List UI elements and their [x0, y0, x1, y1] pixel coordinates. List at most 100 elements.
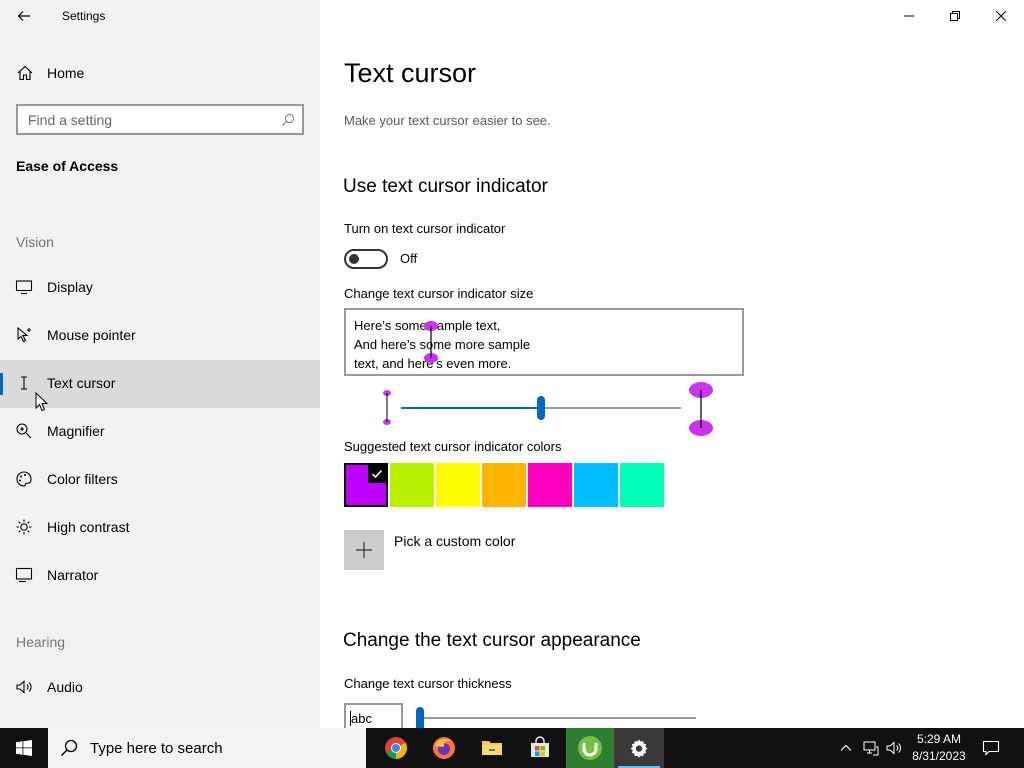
- thickness-label: Change text cursor thickness: [344, 676, 512, 691]
- group-label-hearing: Hearing: [16, 634, 66, 650]
- preview-line: Here’s some sample text,: [354, 318, 501, 333]
- clock-time: 5:29 AM: [916, 732, 962, 746]
- home-icon: [17, 65, 33, 81]
- close-icon: [996, 11, 1006, 21]
- color-swatch[interactable]: [574, 463, 618, 507]
- taskbar-app-file-explorer[interactable]: [468, 728, 516, 768]
- start-button[interactable]: [0, 728, 48, 768]
- sidebar-item-label: Mouse pointer: [47, 327, 136, 343]
- minimize-button[interactable]: [886, 0, 932, 32]
- taskbar-clock[interactable]: 5:29 AM 8/31/2023: [904, 731, 974, 765]
- color-swatch[interactable]: [344, 463, 388, 507]
- taskbar-app-utorrent[interactable]: [566, 728, 614, 768]
- small-indicator-icon: [383, 390, 391, 425]
- volume-button[interactable]: [883, 728, 905, 768]
- group-label-vision: Vision: [16, 234, 54, 250]
- app-title: Settings: [62, 9, 106, 23]
- color-swatch[interactable]: [620, 463, 664, 507]
- search-icon[interactable]: [274, 106, 302, 134]
- thickness-preview: abc: [344, 703, 403, 728]
- thickness-sample: abc: [350, 711, 372, 726]
- taskbar-app-settings[interactable]: [614, 728, 664, 768]
- indicator-preview: Here’s some sample text, And here’s some…: [344, 308, 744, 376]
- taskbar-app-chrome[interactable]: [372, 728, 420, 768]
- minimize-icon: [904, 15, 914, 17]
- section-title: Ease of Access: [16, 158, 119, 174]
- firefox-icon: [433, 737, 455, 759]
- back-button[interactable]: [8, 0, 40, 32]
- taskbar-app-firefox[interactable]: [420, 728, 468, 768]
- appearance-heading: Change the text cursor appearance: [343, 630, 641, 651]
- size-label: Change text cursor indicator size: [344, 286, 534, 301]
- close-button[interactable]: [978, 0, 1024, 32]
- page-description: Make your text cursor easier to see.: [344, 113, 551, 128]
- clock-date: 8/31/2023: [912, 749, 966, 763]
- toggle-state: Off: [400, 251, 418, 266]
- preview-line: text, and here’s even more.: [354, 356, 512, 371]
- back-arrow-icon: [17, 11, 30, 21]
- main-content: Text cursor Make your text cursor easier…: [320, 32, 1024, 728]
- toggle-label: Turn on text cursor indicator: [344, 221, 506, 236]
- search-icon: [60, 739, 78, 757]
- plus-icon: [356, 542, 372, 558]
- sidebar: Settings Home Find a setting Ease of Acc…: [0, 0, 320, 728]
- sidebar-item-magnifier[interactable]: Magnifier: [0, 408, 320, 456]
- taskbar-search[interactable]: Type here to search: [48, 728, 366, 768]
- color-swatch[interactable]: [482, 463, 526, 507]
- sidebar-item-label: Text cursor: [47, 375, 116, 391]
- find-setting-search[interactable]: Find a setting: [16, 104, 304, 135]
- text-cursor-indicator-toggle[interactable]: [344, 249, 388, 269]
- taskbar: Type here to search 5:29 AM 8/31/2023: [0, 728, 1024, 768]
- search-placeholder: Find a setting: [28, 111, 113, 128]
- network-button[interactable]: [860, 728, 882, 768]
- speaker-icon: [886, 741, 901, 755]
- sidebar-item-high-contrast[interactable]: High contrast: [0, 504, 320, 552]
- settings-icon: [630, 739, 648, 758]
- brightness-icon: [16, 519, 32, 535]
- custom-color-label: Pick a custom color: [394, 533, 516, 549]
- sidebar-item-label: High contrast: [47, 519, 130, 535]
- color-swatch[interactable]: [436, 463, 480, 507]
- preview-line: And here’s some more sample: [354, 337, 531, 352]
- sidebar-item-color-filters[interactable]: Color filters: [0, 456, 320, 504]
- indicator-size-slider[interactable]: [360, 378, 730, 440]
- slider-thumb: [416, 707, 424, 728]
- sidebar-item-audio[interactable]: Audio: [0, 664, 320, 712]
- toggle-knob: [349, 254, 359, 264]
- sidebar-item-label: Magnifier: [47, 423, 105, 439]
- page-title: Text cursor: [344, 58, 477, 88]
- color-swatch[interactable]: [528, 463, 572, 507]
- chevron-up-icon: [840, 744, 852, 751]
- windows-logo-icon: [16, 740, 32, 756]
- mouse-cursor-icon: [35, 392, 49, 412]
- show-hidden-icons-button[interactable]: [836, 728, 856, 768]
- narrator-icon: [15, 567, 33, 583]
- text-cursor-icon: [21, 376, 27, 390]
- color-swatches: [344, 463, 666, 507]
- magnifier-icon: [16, 423, 32, 439]
- sidebar-item-narrator[interactable]: Narrator: [0, 552, 320, 600]
- utorrent-icon: [578, 736, 602, 760]
- sidebar-item-label: Display: [47, 279, 93, 295]
- indicator-heading: Use text cursor indicator: [343, 176, 548, 197]
- chrome-icon: [385, 737, 407, 759]
- sidebar-item-home[interactable]: Home: [0, 52, 320, 94]
- taskbar-app-store[interactable]: [516, 728, 564, 768]
- pick-custom-color-button[interactable]: [344, 530, 384, 570]
- color-swatch[interactable]: [390, 463, 434, 507]
- sidebar-item-label: Narrator: [47, 567, 99, 583]
- action-center-button[interactable]: [976, 728, 1006, 768]
- file-explorer-icon: [482, 741, 502, 755]
- notification-icon: [982, 740, 1000, 756]
- restore-button[interactable]: [932, 0, 978, 32]
- sidebar-item-mouse-pointer[interactable]: Mouse pointer: [0, 312, 320, 360]
- sidebar-item-label: Audio: [47, 679, 83, 695]
- colors-label: Suggested text cursor indicator colors: [344, 439, 562, 454]
- cursor-thickness-slider[interactable]: [414, 703, 698, 728]
- store-icon: [531, 736, 549, 757]
- cursor-indicator-icon: [424, 321, 438, 363]
- sidebar-item-label: Color filters: [47, 471, 118, 487]
- sidebar-item-display[interactable]: Display: [0, 264, 320, 312]
- network-icon: [863, 741, 879, 756]
- sidebar-item-label: Home: [47, 65, 85, 81]
